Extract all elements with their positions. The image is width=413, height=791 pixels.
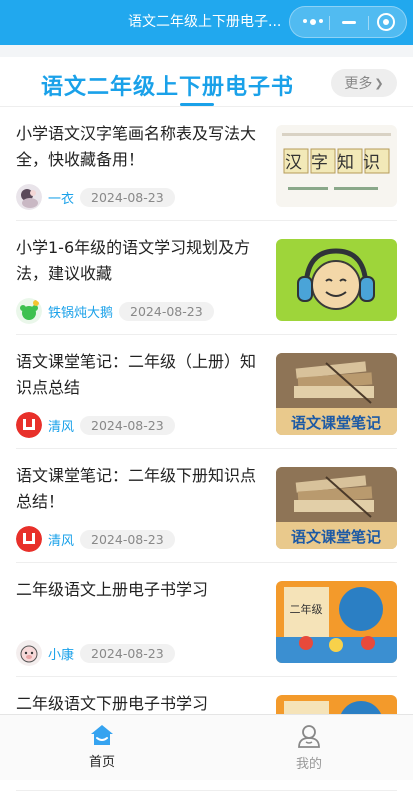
article-thumbnail xyxy=(276,239,397,321)
tab-mine-label: 我的 xyxy=(295,757,322,772)
publish-date: 2024-08-23 xyxy=(80,187,175,207)
tab-home-label: 首页 xyxy=(88,755,115,770)
publish-date: 2024-08-23 xyxy=(80,529,175,549)
avatar xyxy=(16,526,42,552)
list-item[interactable]: 小学1-6年级的语文学习规划及方法，建议收藏 铁锅炖大鹅 2024-08-23 xyxy=(16,221,397,335)
article-thumbnail: 语文课堂笔记 xyxy=(276,353,397,435)
more-dots-icon xyxy=(303,19,323,25)
capsule-menu xyxy=(289,6,407,38)
article-title: 小学1-6年级的语文学习规划及方法，建议收藏 xyxy=(16,238,251,283)
article-title: 语文课堂笔记：二年级（上册）知识点总结 xyxy=(16,352,257,397)
avatar xyxy=(16,184,42,210)
thumb-text: 语文课堂笔记 xyxy=(291,528,381,546)
thumb-text: 语文课堂笔记 xyxy=(291,414,381,432)
list-item[interactable]: 小学语文汉字笔画名称表及写法大全，快收藏备用！ 一衣 2024-08-23 汉字… xyxy=(16,107,397,221)
avatar xyxy=(16,298,42,324)
bottom-navigation: 首页 我的 xyxy=(0,714,413,780)
list-item[interactable]: 二年级语文上册电子书学习 小康 2024-08-23 二年级 xyxy=(16,563,397,677)
author-name: 铁锅炖大鹅 xyxy=(48,305,114,321)
article-meta: 一衣 2024-08-23 xyxy=(16,184,175,210)
window-title: 语文二年级上下册电子... xyxy=(128,14,282,30)
minimize-button[interactable] xyxy=(330,7,368,37)
thumb-text: 汉字知识 xyxy=(285,153,389,173)
home-icon xyxy=(91,725,113,745)
avatar xyxy=(16,412,42,438)
title-underline xyxy=(180,103,214,106)
article-title: 二年级语文上册电子书学习 xyxy=(16,580,209,599)
article-title: 语文课堂笔记：二年级下册知识点总结！ xyxy=(16,466,257,511)
author-name: 清风 xyxy=(48,533,75,549)
section-header: 语文二年级上下册电子书训 更多 ❯ xyxy=(0,57,413,107)
article-meta: 清风 2024-08-23 xyxy=(16,526,175,552)
tab-home[interactable]: 首页 xyxy=(62,723,142,770)
publish-date: 2024-08-23 xyxy=(119,301,214,321)
article-thumbnail: 语文课堂笔记 xyxy=(276,467,397,549)
more-button[interactable]: 更多 ❯ xyxy=(331,69,397,97)
tab-mine[interactable]: 我的 xyxy=(269,723,349,772)
article-list: 小学语文汉字笔画名称表及写法大全，快收藏备用！ 一衣 2024-08-23 汉字… xyxy=(0,107,413,791)
article-thumbnail: 汉字知识 xyxy=(276,125,397,207)
article-thumbnail: 二年级 xyxy=(276,581,397,663)
section-title: 语文二年级上下册电子书训 xyxy=(41,75,292,100)
article-meta: 清风 2024-08-23 xyxy=(16,412,175,438)
more-options-button[interactable] xyxy=(294,7,332,37)
author-name: 一衣 xyxy=(48,191,75,207)
header-gap xyxy=(0,45,413,57)
article-meta: 小康 2024-08-23 xyxy=(16,640,175,666)
more-label: 更多 xyxy=(344,76,373,92)
close-miniprogram-button[interactable] xyxy=(367,7,405,37)
author-name: 清风 xyxy=(48,419,75,435)
article-meta: 铁锅炖大鹅 2024-08-23 xyxy=(16,298,214,324)
target-icon xyxy=(377,13,395,31)
user-icon xyxy=(298,725,320,748)
publish-date: 2024-08-23 xyxy=(80,415,175,435)
article-title: 小学语文汉字笔画名称表及写法大全，快收藏备用！ xyxy=(16,124,257,169)
avatar xyxy=(16,640,42,666)
list-item[interactable]: 语文课堂笔记：二年级下册知识点总结！ 清风 2024-08-23 语文课堂笔记 xyxy=(16,449,397,563)
chevron-right-icon: ❯ xyxy=(374,76,384,90)
list-item[interactable]: 语文课堂笔记：二年级（上册）知识点总结 清风 2024-08-23 语文课堂笔记 xyxy=(16,335,397,449)
thumb-text: 二年级 xyxy=(290,602,323,616)
publish-date: 2024-08-23 xyxy=(80,643,175,663)
minus-icon xyxy=(342,20,356,24)
author-name: 小康 xyxy=(48,647,75,663)
title-bar: 语文二年级上下册电子... xyxy=(0,0,413,45)
